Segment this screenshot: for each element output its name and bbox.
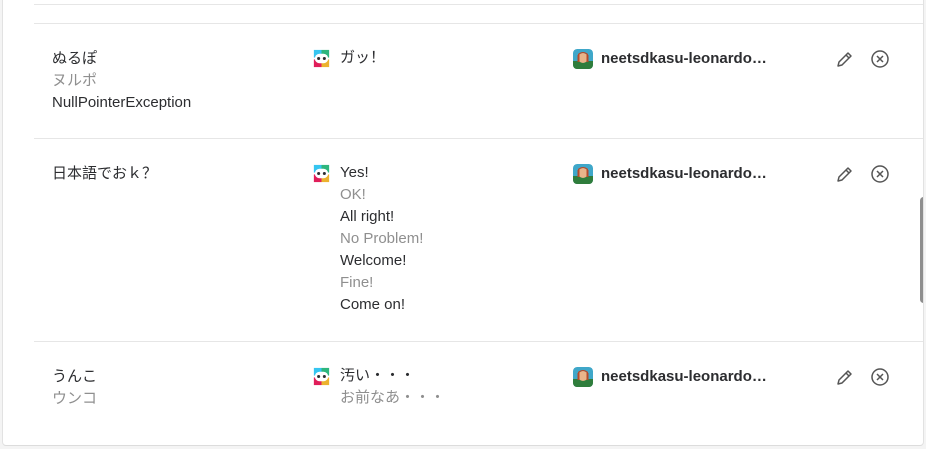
response-text: お前なあ・・・ xyxy=(340,389,446,406)
input-text: うんこ xyxy=(52,368,98,385)
input-text: 日本語でおｋ？ xyxy=(52,165,158,182)
username[interactable]: neetsdkasu-leonardo… xyxy=(601,163,767,185)
user-avatar xyxy=(573,367,593,387)
response-cell: ガッ！ xyxy=(311,48,385,69)
divider xyxy=(34,4,923,5)
input-text: ヌルポ xyxy=(52,72,98,89)
close-circle-icon[interactable] xyxy=(870,367,890,387)
input-text: ウンコ xyxy=(52,390,98,407)
input-text: NullPointerException xyxy=(52,94,192,111)
user-cell: neetsdkasu-leonardo… xyxy=(573,163,767,185)
user-avatar xyxy=(573,49,593,69)
table-row: 日本語でおｋ？ Yes! OK! All right! No Problem! … xyxy=(34,138,923,342)
close-circle-icon[interactable] xyxy=(870,49,890,69)
response-text: Welcome! xyxy=(340,252,407,269)
response-text: OK! xyxy=(340,186,366,203)
input-cell: うんこ ウンコ xyxy=(52,366,97,410)
user-cell: neetsdkasu-leonardo… xyxy=(573,48,767,70)
table-row: ぬるぽ ヌルポ NullPointerException ガッ！ neetsdk… xyxy=(34,23,923,139)
input-cell: 日本語でおｋ？ xyxy=(52,163,157,185)
slackbot-icon xyxy=(311,163,332,184)
input-text: ぬるぽ xyxy=(52,50,98,67)
username[interactable]: neetsdkasu-leonardo… xyxy=(601,366,767,388)
close-circle-icon[interactable] xyxy=(870,164,890,184)
vertical-scrollbar[interactable] xyxy=(920,197,923,303)
response-cell: Yes! OK! All right! No Problem! Welcome!… xyxy=(311,163,423,316)
slackbot-icon xyxy=(311,366,332,387)
response-text: Fine! xyxy=(340,274,374,291)
pencil-icon[interactable] xyxy=(834,50,854,70)
input-cell: ぬるぽ ヌルポ NullPointerException xyxy=(52,48,191,114)
pencil-icon[interactable] xyxy=(834,368,854,388)
username[interactable]: neetsdkasu-leonardo… xyxy=(601,48,767,70)
response-text: All right! xyxy=(340,208,395,225)
user-avatar xyxy=(573,164,593,184)
slackbot-icon xyxy=(311,48,332,69)
response-cell: 汚い・・・ お前なあ・・・ xyxy=(311,366,445,409)
response-text: 汚い・・・ xyxy=(340,367,416,384)
response-text: No Problem! xyxy=(340,230,424,247)
table-row: うんこ ウンコ 汚い・・・ お前なあ・・・ neetsdkasu-leonard… xyxy=(34,341,923,445)
response-text: Yes! xyxy=(340,164,369,181)
pencil-icon[interactable] xyxy=(834,165,854,185)
response-text: ガッ！ xyxy=(340,49,386,66)
response-text: Come on! xyxy=(340,296,406,313)
slackbot-responses-panel: ぬるぽ ヌルポ NullPointerException ガッ！ neetsdk… xyxy=(2,0,924,446)
user-cell: neetsdkasu-leonardo… xyxy=(573,366,767,388)
